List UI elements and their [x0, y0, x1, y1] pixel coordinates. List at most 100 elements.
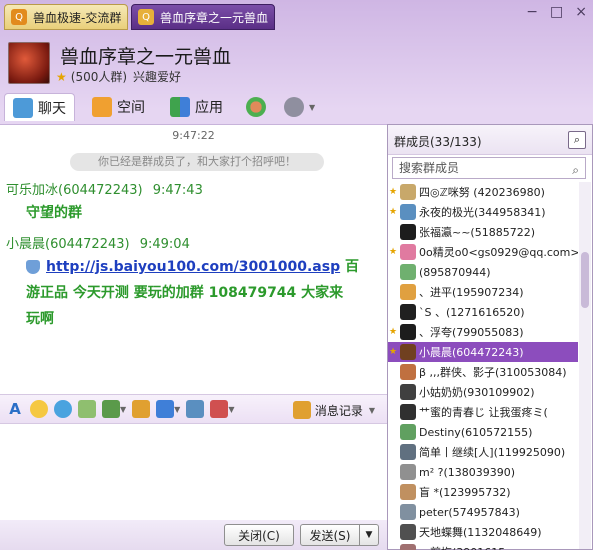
member-list[interactable]: ★ 四◎ℤ咪努 (420236980) ★ 永夜的极光(344958341) 张福瀛~~… — [388, 182, 578, 550]
chevron-down-icon[interactable]: ▼ — [120, 405, 126, 414]
apps-icon — [170, 97, 190, 117]
member-avatar — [400, 464, 416, 480]
member-avatar — [400, 184, 416, 200]
member-scrollbar[interactable] — [579, 182, 591, 549]
member-row[interactable]: 艹蜜的青春じ 让我蛋疼ミ( — [388, 402, 578, 422]
image-icon[interactable] — [102, 400, 120, 418]
group-icon: Q — [138, 9, 154, 25]
member-name: 0o精灵o0<gs0929@qq.com> — [419, 246, 578, 259]
star-icon: ★ — [56, 69, 67, 84]
member-name: 张福瀛~~(51885722) — [419, 226, 536, 239]
tab-label: 兽血序章之一元兽血 — [160, 10, 269, 25]
member-avatar — [400, 364, 416, 380]
search-icon[interactable]: ⌕ — [568, 131, 586, 149]
message-time: 9:47:22 — [172, 129, 215, 142]
message-timestamp: 9:49:04 — [139, 237, 190, 252]
member-row[interactable]: Destiny(610572155) — [388, 422, 578, 442]
main-toolbar: 聊天 空间 应用 ▼ — [0, 90, 593, 124]
member-avatar — [400, 204, 416, 220]
message-input[interactable] — [0, 424, 387, 520]
tab-apps[interactable]: 应用 — [170, 93, 223, 121]
message-timestamp: 9:47:43 — [152, 183, 203, 198]
emoji-icon[interactable] — [30, 400, 48, 418]
search-icon: ⌕ — [572, 163, 579, 177]
chart-icon[interactable] — [186, 400, 205, 418]
history-label: 消息记录 — [314, 403, 363, 418]
home-icon — [92, 97, 112, 117]
member-row[interactable]: ★ 四◎ℤ咪努 (420236980) — [388, 182, 578, 202]
member-row[interactable]: `S 、(1271616520) — [388, 302, 578, 322]
chat-history[interactable]: 9:47:22 你已经是群成员了，和大家打个招呼吧！ 可乐加冰(60447224… — [0, 124, 387, 394]
chevron-down-icon[interactable]: ▼ — [174, 405, 180, 414]
member-avatar — [400, 444, 416, 460]
member-avatar — [400, 344, 416, 360]
close-icon[interactable]: × — [575, 4, 587, 20]
tab-chat-label: 聊天 — [38, 100, 66, 117]
member-row[interactable]: 盲 *(123995732) — [388, 482, 578, 502]
message-link[interactable]: http://js.baiyou100.com/3001000.asp — [46, 259, 340, 275]
message-history-button[interactable]: 消息记录 ▼ — [287, 401, 375, 419]
screen-share-icon[interactable] — [156, 400, 175, 418]
tab-chat[interactable]: 聊天 — [4, 93, 75, 121]
maximize-icon[interactable]: □ — [550, 4, 563, 20]
member-avatar — [400, 404, 416, 420]
message-line: 游正品 今天开测 要玩的加群 108479744 大家来 — [26, 285, 344, 301]
sender-name[interactable]: 小晨晨(604472243) — [6, 237, 130, 252]
member-row[interactable]: peter(574957843) — [388, 502, 578, 522]
close-button[interactable]: 关闭(C) — [224, 524, 294, 546]
tab-space[interactable]: 空间 — [92, 93, 145, 121]
member-row[interactable]: ★ 永夜的极光(344958341) — [388, 202, 578, 222]
group-icon: Q — [11, 9, 27, 25]
shake-icon[interactable] — [210, 400, 229, 418]
member-name: 一剪梅(3901615 — [419, 544, 505, 550]
member-row[interactable]: ★ 、浮夸(799055083) — [388, 322, 578, 342]
member-row[interactable]: ★ 小晨晨(604472243) — [388, 342, 578, 362]
chevron-down-icon[interactable]: ▼ — [228, 405, 234, 414]
admin-star-icon: ★ — [388, 247, 398, 257]
member-row[interactable]: β ,,,群侠、影子(310053084) — [388, 362, 578, 382]
member-search-input[interactable]: 搜索群成员 ⌕ — [392, 157, 586, 179]
member-panel: 群成员(33/133) ⌕ 搜索群成员 ⌕ ★ 四◎ℤ咪努 (420236980)… — [387, 124, 593, 550]
member-row[interactable]: 一剪梅(3901615 — [388, 542, 578, 550]
search-placeholder: 搜索群成员 — [399, 161, 460, 175]
member-count: 群成员(33/133) — [394, 135, 482, 149]
sender-name[interactable]: 可乐加冰(604472243) — [6, 183, 143, 198]
member-row[interactable]: (895870944) — [388, 262, 578, 282]
add-member-button[interactable] — [246, 93, 271, 121]
member-row[interactable]: 天地蝶舞(1132048649) — [388, 522, 578, 542]
magic-emoji-icon[interactable] — [54, 400, 72, 418]
send-button[interactable]: 发送(S) — [300, 524, 360, 546]
font-icon[interactable]: A — [6, 400, 24, 418]
group-avatar[interactable] — [8, 42, 50, 84]
member-name: β ,,,群侠、影子(310053084) — [419, 366, 567, 379]
member-avatar — [400, 504, 416, 520]
group-size: (500人群) — [70, 70, 128, 84]
member-row[interactable]: ★ 0o精灵o0<gs0929@qq.com> — [388, 242, 578, 262]
member-avatar — [400, 524, 416, 540]
member-name: 永夜的极光(344958341) — [419, 206, 546, 219]
group-subline: ★ (500人群) 兴趣爱好 — [56, 68, 181, 85]
member-row[interactable]: 简单丨继续[人](119925090) — [388, 442, 578, 462]
minimize-icon[interactable]: − — [526, 4, 538, 20]
gear-icon — [284, 97, 304, 117]
tab-group-chat-1[interactable]: Q 兽血极速-交流群 — [4, 4, 128, 30]
music-icon[interactable] — [132, 400, 151, 418]
window-controls: − □ × — [526, 4, 587, 20]
member-name: 四◎ℤ咪努 (420236980) — [419, 186, 545, 199]
member-name: Destiny(610572155) — [419, 425, 533, 439]
member-row[interactable]: 、进平(195907234) — [388, 282, 578, 302]
scrollbar-thumb[interactable] — [581, 252, 589, 308]
member-name: 小晨晨(604472243) — [419, 346, 524, 359]
add-member-icon — [246, 97, 266, 117]
chevron-down-icon: ▼ — [309, 102, 316, 112]
screenshot-icon[interactable] — [78, 400, 96, 418]
member-avatar — [400, 264, 416, 280]
send-options-button[interactable]: ▼ — [359, 524, 379, 546]
member-avatar — [400, 424, 416, 440]
member-row[interactable]: 张福瀛~~(51885722) — [388, 222, 578, 242]
member-row[interactable]: 小姑奶奶(930109902) — [388, 382, 578, 402]
settings-button[interactable]: ▼ — [284, 93, 315, 121]
member-row[interactable]: m² ?(138039390) — [388, 462, 578, 482]
member-panel-header: 群成员(33/133) ⌕ — [388, 125, 592, 155]
tab-group-chat-2[interactable]: Q 兽血序章之一元兽血 — [131, 4, 275, 30]
